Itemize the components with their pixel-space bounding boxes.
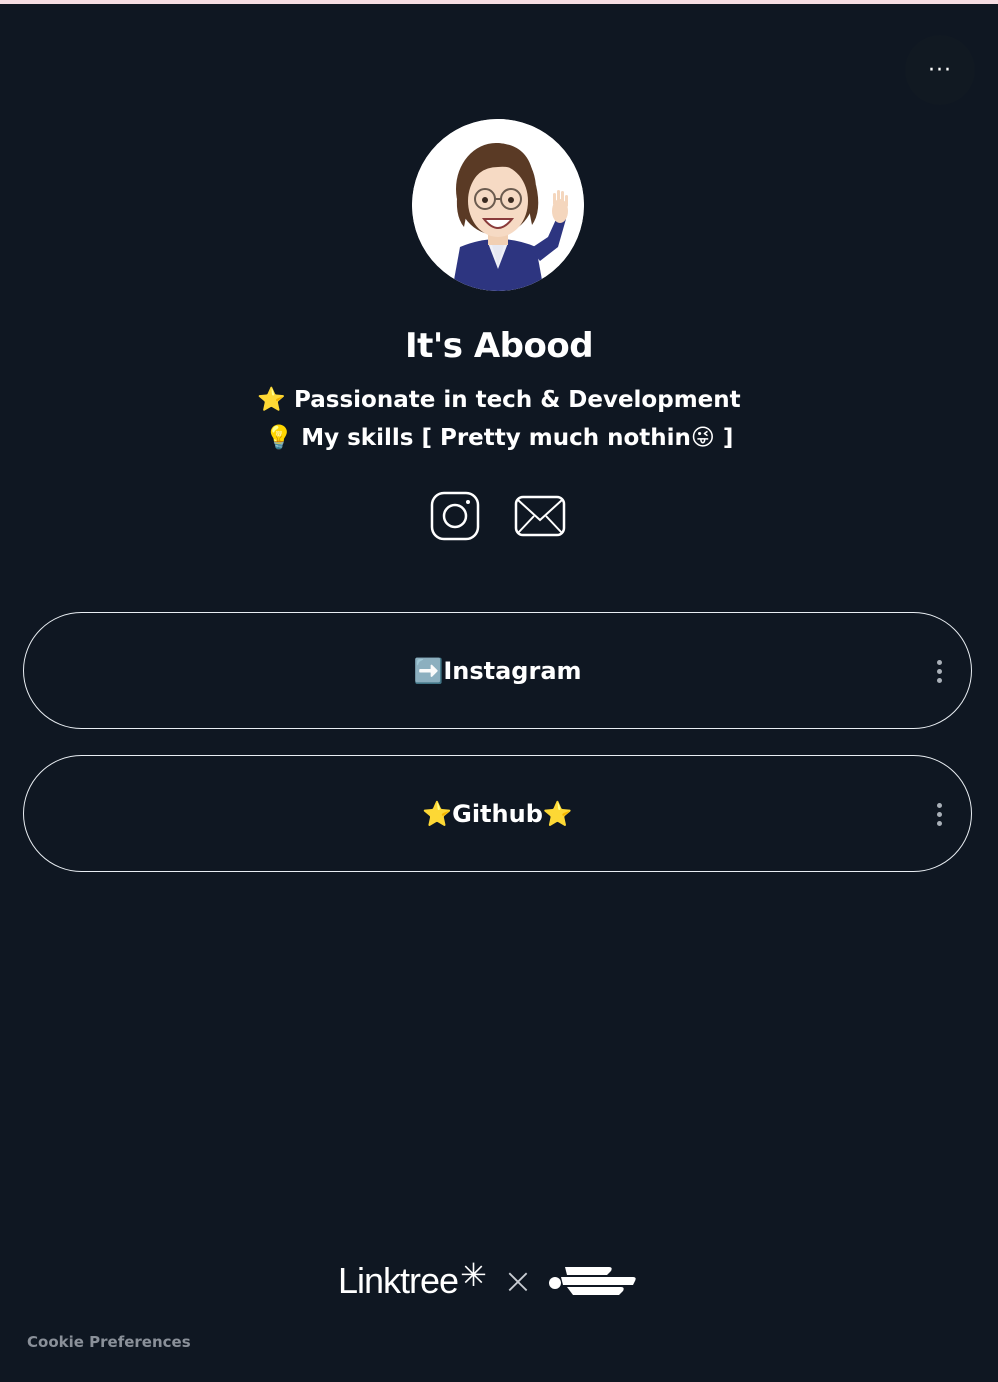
footer-brand[interactable]: Linktree ✳ × <box>338 1256 637 1306</box>
bio-line-2: 💡 My skills [ Pretty much nothin😜 ] <box>264 425 734 451</box>
email-social-link[interactable] <box>514 490 566 542</box>
instagram-icon <box>430 491 480 541</box>
link-options-button[interactable] <box>929 796 949 832</box>
kebab-dot-icon <box>936 820 942 826</box>
memoji-avatar-icon <box>412 119 584 291</box>
linktree-logo-text: Linktree <box>338 1260 459 1301</box>
kebab-dot-icon <box>936 811 942 817</box>
linktree-asterisk-icon: ✳ <box>460 1256 487 1294</box>
kebab-dot-icon <box>936 668 942 674</box>
profile-name: It's Abood <box>404 326 594 366</box>
avatar <box>412 119 584 291</box>
link-card-github[interactable]: ⭐Github⭐ <box>23 755 972 872</box>
link-options-button[interactable] <box>929 653 949 689</box>
instagram-social-link[interactable] <box>429 490 481 542</box>
email-icon <box>514 495 566 537</box>
bio-line-1: ⭐ Passionate in tech & Development <box>257 387 741 413</box>
profile-bio: ⭐ Passionate in tech & Development 💡 My … <box>0 381 998 457</box>
link-label: ➡️Instagram <box>413 656 582 685</box>
more-icon: ··· <box>928 57 952 83</box>
kebab-dot-icon <box>936 802 942 808</box>
kebab-dot-icon <box>936 659 942 665</box>
link-label: ⭐Github⭐ <box>422 799 573 828</box>
kebab-dot-icon <box>936 677 942 683</box>
partner-logo-icon <box>549 1267 636 1295</box>
link-card-instagram[interactable]: ➡️Instagram <box>23 612 972 729</box>
cookie-preferences-link[interactable]: Cookie Preferences <box>27 1333 191 1351</box>
collab-separator: × <box>502 1260 534 1302</box>
more-options-button[interactable]: ··· <box>905 35 975 105</box>
linktree-profile-page: ··· It's Abood ⭐ Passionate in tech & De… <box>0 0 998 1382</box>
